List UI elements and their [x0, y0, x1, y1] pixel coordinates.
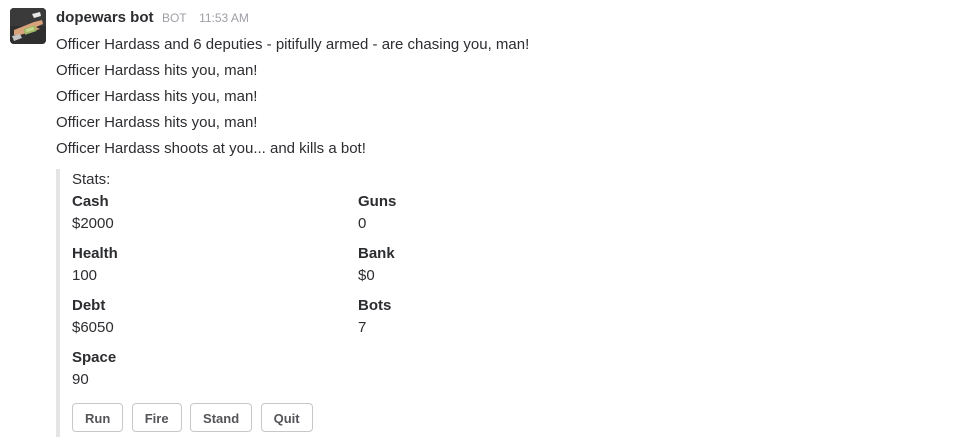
message-header: dopewars bot BOT 11:53 AM — [56, 8, 936, 28]
field-bank: Bank $0 — [358, 242, 628, 286]
quit-button[interactable]: Quit — [260, 403, 313, 432]
field-bots: Bots 7 — [358, 294, 628, 338]
field-title: Bank — [358, 245, 395, 262]
field-title: Debt — [72, 297, 106, 314]
avatar[interactable] — [10, 8, 46, 44]
field-title: Space — [72, 349, 117, 366]
field-debt: Debt $6050 — [72, 294, 342, 338]
field-guns: Guns 0 — [358, 190, 628, 234]
message-line: Officer Hardass hits you, man! — [56, 62, 258, 79]
field-value: 90 — [72, 371, 89, 388]
field-title: Health — [72, 245, 118, 262]
stats-attachment: Stats: Cash $2000 Guns 0 Health 100 Bank… — [56, 169, 772, 437]
hand-with-money-icon — [10, 8, 46, 44]
field-value: 0 — [358, 215, 367, 232]
stand-button[interactable]: Stand — [190, 403, 253, 432]
field-title: Guns — [358, 193, 397, 210]
field-title: Cash — [72, 193, 109, 210]
field-value: $6050 — [72, 319, 114, 336]
action-buttons: Run Fire Stand Quit — [72, 403, 317, 434]
field-value: 100 — [72, 267, 98, 284]
field-title: Bots — [358, 297, 392, 314]
message-line: Officer Hardass shoots at you... and kil… — [56, 140, 366, 157]
field-value: $0 — [358, 267, 375, 284]
message-content: dopewars bot BOT 11:53 AM Officer Hardas… — [56, 8, 936, 437]
message-body: Officer Hardass and 6 deputies - pitiful… — [56, 32, 936, 162]
message-line: Officer Hardass hits you, man! — [56, 114, 258, 131]
field-health: Health 100 — [72, 242, 342, 286]
field-value: 7 — [358, 319, 367, 336]
field-value: $2000 — [72, 215, 114, 232]
message-line: Officer Hardass and 6 deputies - pitiful… — [56, 36, 530, 53]
bot-badge: BOT — [161, 11, 187, 25]
stats-fields: Cash $2000 Guns 0 Health 100 Bank $0 Deb… — [72, 190, 772, 394]
run-button[interactable]: Run — [72, 403, 124, 432]
field-cash: Cash $2000 — [72, 190, 342, 234]
field-space: Space 90 — [72, 346, 342, 390]
sender-name[interactable]: dopewars bot — [56, 9, 154, 26]
attachment-pretext: Stats: — [72, 171, 111, 188]
timestamp[interactable]: 11:53 AM — [199, 11, 249, 25]
message-line: Officer Hardass hits you, man! — [56, 88, 258, 105]
fire-button[interactable]: Fire — [131, 403, 182, 432]
